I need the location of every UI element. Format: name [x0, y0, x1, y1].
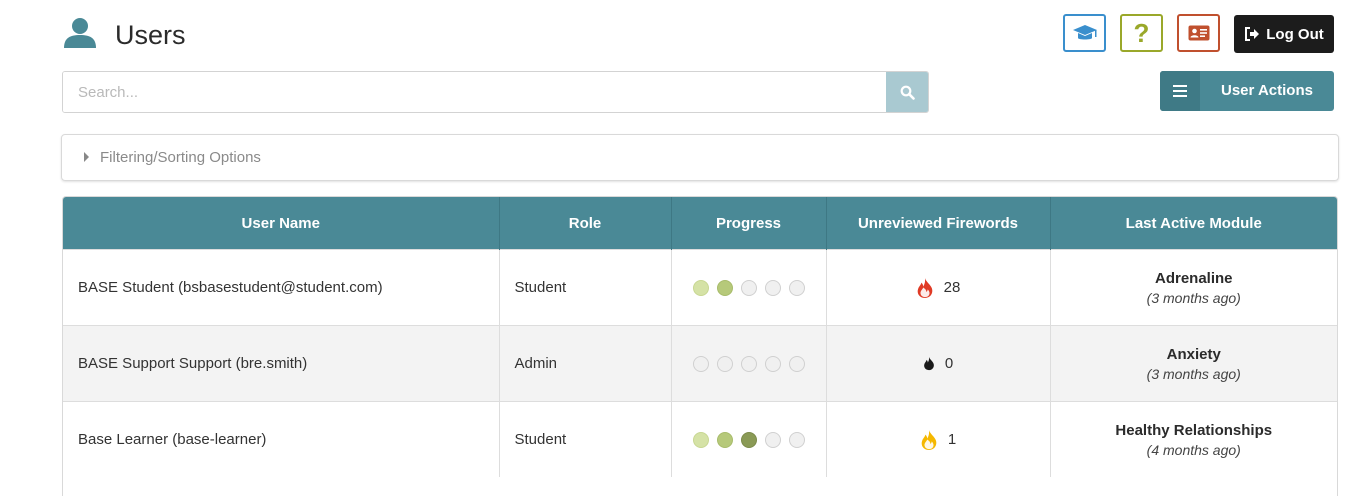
cell-last-module: Healthy Relationships (4 months ago) [1050, 401, 1337, 477]
fire-icon [921, 429, 937, 450]
search-button[interactable] [886, 72, 928, 112]
users-table: User Name Role Progress Unreviewed Firew… [62, 196, 1338, 496]
firewords-count: 28 [943, 279, 961, 296]
user-actions-label: User Actions [1221, 82, 1313, 99]
progress-dots [672, 279, 826, 296]
progress-dot [764, 279, 781, 296]
cell-last-module: Anxiety (3 months ago) [1050, 325, 1337, 402]
logout-button[interactable]: Log Out [1234, 15, 1334, 53]
firewords-count: 0 [944, 355, 954, 372]
cell-progress [671, 249, 827, 326]
search-input[interactable] [63, 72, 887, 112]
cell-role: Admin [499, 325, 672, 402]
filter-sort-panel[interactable]: Filtering/Sorting Options [61, 134, 1339, 181]
progress-dot [788, 431, 805, 448]
search-bar [62, 71, 929, 113]
id-card-button[interactable] [1177, 14, 1220, 52]
module-name: Anxiety [1166, 345, 1221, 363]
cell-last-module: Adrenaline (3 months ago) [1050, 249, 1337, 326]
fire-icon [917, 277, 932, 298]
firewords-count: 1 [947, 431, 957, 448]
learning-button[interactable] [1063, 14, 1106, 52]
caret-right-icon [84, 152, 89, 162]
progress-dots [672, 431, 826, 448]
search-icon [900, 85, 915, 100]
graduation-cap-icon [1072, 25, 1097, 40]
menu-icon [1160, 71, 1200, 111]
progress-dot [692, 431, 709, 448]
fire-icon [923, 356, 934, 371]
progress-dot [716, 279, 733, 296]
user-icon [64, 18, 96, 48]
table-row[interactable]: Base Learner (base-learner) Student 1 Heal… [63, 401, 1337, 477]
progress-dot [788, 279, 805, 296]
progress-dot [716, 431, 733, 448]
column-header-progress[interactable]: Progress [671, 197, 827, 250]
progress-dots [672, 355, 826, 372]
page-title: Users [115, 20, 186, 50]
cell-user-name[interactable]: BASE Support Support (bre.smith) [63, 325, 500, 402]
module-name: Healthy Relationships [1115, 421, 1273, 439]
module-time: (3 months ago) [1146, 365, 1241, 382]
cell-firewords[interactable]: 1 [826, 401, 1051, 477]
filter-sort-label: Filtering/Sorting Options [100, 149, 261, 166]
module-time: (4 months ago) [1146, 441, 1241, 458]
cell-progress [671, 325, 827, 402]
cell-role: Student [499, 401, 672, 477]
module-time: (3 months ago) [1146, 289, 1241, 306]
progress-dot [692, 279, 709, 296]
progress-dot [716, 355, 733, 372]
cell-user-name[interactable]: BASE Student (bsbasestudent@student.com) [63, 249, 500, 326]
question-mark-icon: ? [1133, 18, 1150, 48]
column-header-unreviewed-firewords[interactable]: Unreviewed Firewords [826, 197, 1051, 250]
column-header-last-active-module[interactable]: Last Active Module [1050, 197, 1337, 250]
cell-firewords[interactable]: 0 [826, 325, 1051, 402]
table-header-row: User Name Role Progress Unreviewed Firew… [63, 197, 1337, 250]
progress-dot [740, 279, 757, 296]
column-header-role[interactable]: Role [499, 197, 672, 250]
id-card-icon [1188, 25, 1209, 41]
column-header-user-name[interactable]: User Name [63, 197, 500, 250]
progress-dot [788, 355, 805, 372]
progress-dot [764, 431, 781, 448]
cell-user-name[interactable]: Base Learner (base-learner) [63, 401, 500, 477]
logout-label: Log Out [1266, 25, 1324, 43]
help-button[interactable]: ? [1120, 14, 1163, 52]
sign-out-icon [1245, 27, 1260, 41]
progress-dot [692, 355, 709, 372]
progress-dot [740, 355, 757, 372]
table-row[interactable]: BASE Support Support (bre.smith) Admin 0 A… [63, 325, 1337, 402]
cell-role: Student [499, 249, 672, 326]
progress-dot [740, 431, 757, 448]
cell-progress [671, 401, 827, 477]
cell-firewords[interactable]: 28 [826, 249, 1051, 326]
module-name: Adrenaline [1154, 269, 1233, 287]
user-actions-button[interactable]: User Actions [1160, 71, 1334, 111]
table-row[interactable]: BASE Student (bsbasestudent@student.com)… [63, 249, 1337, 326]
progress-dot [764, 355, 781, 372]
